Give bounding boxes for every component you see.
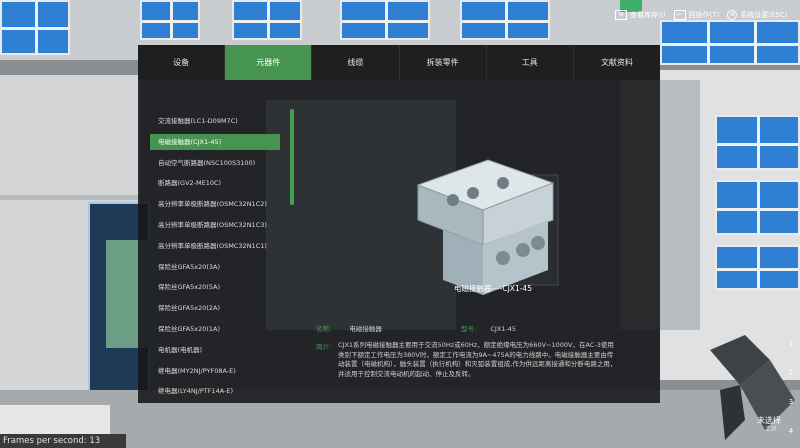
component-list-item[interactable]: 保险丝GFA5x20(3A) <box>150 259 280 275</box>
window <box>232 0 302 40</box>
top-toolbar: ✉ 查看库存(I) ↩ 回操作(T) ⚙ 系统设置(ESC) <box>615 5 788 25</box>
model-label: 型号: <box>461 325 477 333</box>
component-list-item[interactable]: 继电器(MY2NJ/PYF08A-E) <box>150 363 280 379</box>
return-icon: ↩ <box>673 10 686 20</box>
window <box>715 180 800 235</box>
system-settings-label: 系统设置(ESC) <box>740 11 788 19</box>
tab-3[interactable]: 拆装零件 <box>400 45 487 80</box>
robot-arm <box>710 335 795 440</box>
unselected-sublabel: 工具 <box>765 426 778 433</box>
component-list-item[interactable]: 电磁接触器(CJX1-45) <box>150 133 280 150</box>
component-list-item[interactable]: 继电器(LY4NJ/PTF14A-E) <box>150 383 280 397</box>
component-title: 电磁接触器----CJX1-45 <box>454 284 532 293</box>
side-number: 4 <box>788 427 794 435</box>
component-list: 交流接触器(LC1-D09M7C) 电磁接触器(CJX1-45) 自动空气断路器(N… <box>150 107 300 397</box>
view-inventory-label: 查看库存(I) <box>630 11 666 19</box>
intro-label: 简介: <box>316 343 332 351</box>
component-list-item[interactable]: 高分辨率单极断路器(OSMC32N1C1) <box>150 238 280 254</box>
component-list-item[interactable]: 断路器(GV2-ME10C) <box>150 175 280 191</box>
tab-2[interactable]: 线缆 <box>312 45 400 80</box>
component-list-item[interactable]: 自动空气断路器(NSC100S3100) <box>150 155 280 171</box>
window <box>140 0 200 40</box>
component-browser-panel: 设备 元器件 线缆 拆装零件 工具 文献资料 交流接触器(LC1-D09M7C) 电磁接触器… <box>138 45 660 403</box>
component-list-item[interactable]: 电机器(电机器) <box>150 342 280 358</box>
component-list-item[interactable]: 保险丝GFA5x20(2A) <box>150 300 280 316</box>
component-list-item[interactable]: 交流接触器(LC1-D09M7C) <box>150 113 280 129</box>
tab-0[interactable]: 设备 <box>138 45 226 80</box>
window <box>0 0 70 55</box>
window <box>660 20 800 65</box>
component-list-item[interactable]: 高分辨率单极断路器(OSMC32N1C3) <box>150 217 280 233</box>
side-number: 2 <box>788 369 794 377</box>
inventory-icon: ✉ <box>615 10 627 20</box>
side-number: 3 <box>788 398 794 406</box>
window <box>340 0 430 40</box>
model-value: CJX1-45 <box>490 325 517 333</box>
side-number: 1 <box>788 340 794 348</box>
contactor-3d-model[interactable] <box>413 145 563 295</box>
component-info: 名称: 电磁接触器 型号: CJX1-45 简介: CJX1系列电磁接触器主要用… <box>306 317 646 387</box>
selection-status: 未选择 工具 <box>757 416 781 434</box>
system-settings-button[interactable]: ⚙ 系统设置(ESC) <box>727 10 788 20</box>
tab-4[interactable]: 工具 <box>487 45 574 80</box>
fps-counter: Frames per second: 13 <box>0 434 126 448</box>
window <box>715 245 800 290</box>
intro-text: CJX1系列电磁接触器主要用于交流50Hz或60Hz，额定绝缘电压为660V~1… <box>338 341 617 378</box>
unselected-label: 未选择 <box>757 416 781 425</box>
settings-icon: ⚙ <box>727 10 738 20</box>
return-operation-button[interactable]: ↩ 回操作(T) <box>673 10 720 20</box>
return-operation-label: 回操作(T) <box>688 11 720 19</box>
component-list-item[interactable]: 保险丝GFA5x20(1A) <box>150 321 280 337</box>
view-inventory-button[interactable]: ✉ 查看库存(I) <box>615 10 666 20</box>
tab-5[interactable]: 文献资料 <box>574 45 660 80</box>
side-number-strip: 1 2 3 4 <box>786 330 796 446</box>
name-label: 名称: <box>316 325 332 333</box>
tab-1[interactable]: 元器件 <box>225 45 313 80</box>
category-tabs: 设备 元器件 线缆 拆装零件 工具 文献资料 <box>138 45 660 80</box>
window <box>715 115 800 170</box>
name-value: 电磁接触器 <box>349 325 382 333</box>
list-scrollbar-thumb[interactable] <box>290 109 294 205</box>
component-list-item[interactable]: 保险丝GFA5x20(5A) <box>150 279 280 295</box>
component-list-item[interactable]: 高分辨率单极断路器(OSMC32N1C2) <box>150 196 280 212</box>
window <box>460 0 550 40</box>
